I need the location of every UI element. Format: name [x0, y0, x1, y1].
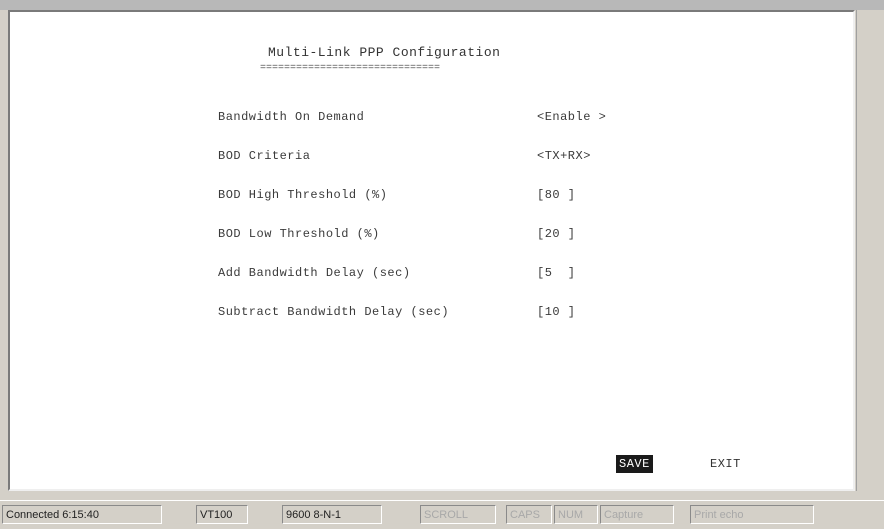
bod-low-threshold-label: BOD Low Threshold (%) — [218, 227, 380, 241]
bod-high-threshold-field[interactable]: [80 ] — [537, 188, 576, 202]
terminal-screen[interactable]: Multi-Link PPP Configuration ===========… — [8, 10, 855, 491]
bod-high-threshold-label: BOD High Threshold (%) — [218, 188, 388, 202]
emulation-status: VT100 — [196, 505, 248, 524]
subtract-bandwidth-delay-field[interactable]: [10 ] — [537, 305, 576, 319]
page-title: Multi-Link PPP Configuration — [268, 45, 501, 60]
terminal-content: Multi-Link PPP Configuration ===========… — [24, 16, 848, 486]
scroll-indicator: SCROLL — [420, 505, 496, 524]
bandwidth-on-demand-label: Bandwidth On Demand — [218, 110, 365, 124]
hyperterminal-window: Multi-Link PPP Configuration ===========… — [0, 0, 884, 529]
bod-low-threshold-field[interactable]: [20 ] — [537, 227, 576, 241]
bod-criteria-label: BOD Criteria — [218, 149, 311, 163]
add-bandwidth-delay-field[interactable]: [5 ] — [537, 266, 576, 280]
connection-status: Connected 6:15:40 — [2, 505, 162, 524]
bandwidth-on-demand-toggle[interactable]: <Enable > — [537, 110, 606, 124]
print-echo-indicator: Print echo — [690, 505, 814, 524]
port-settings-status: 9600 8-N-1 — [282, 505, 382, 524]
window-top-edge — [0, 0, 884, 10]
terminal-scrollbar[interactable] — [856, 10, 881, 491]
add-bandwidth-delay-label: Add Bandwidth Delay (sec) — [218, 266, 411, 280]
exit-button[interactable]: EXIT — [710, 457, 741, 471]
num-indicator: NUM — [554, 505, 598, 524]
subtract-bandwidth-delay-label: Subtract Bandwidth Delay (sec) — [218, 305, 450, 319]
capture-indicator: Capture — [600, 505, 674, 524]
title-underline: ============================== — [260, 63, 441, 74]
status-bar: Connected 6:15:40 VT100 9600 8-N-1 SCROL… — [0, 500, 884, 529]
bod-criteria-select[interactable]: <TX+RX> — [537, 149, 591, 163]
save-button[interactable]: SAVE — [616, 455, 653, 473]
caps-indicator: CAPS — [506, 505, 552, 524]
